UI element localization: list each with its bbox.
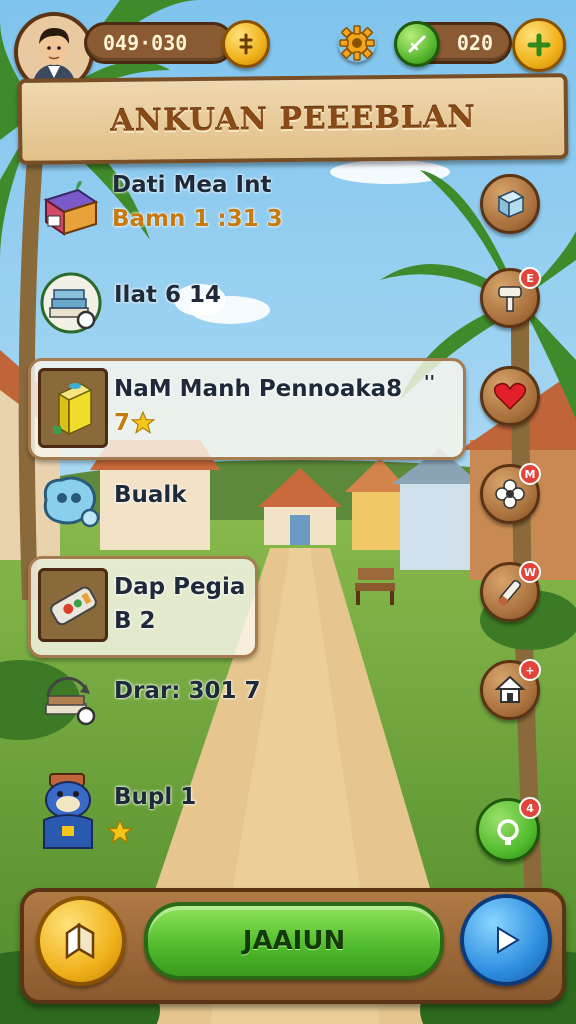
notification-badge: + [519, 659, 541, 681]
side-button-favorites[interactable] [480, 366, 540, 426]
side-button-craft[interactable]: E [480, 267, 541, 328]
quest-extra: '' [424, 372, 436, 393]
quest-icon-books [40, 272, 102, 334]
notification-badge: 4 [519, 797, 541, 819]
blob-icon [43, 476, 100, 528]
gift-box-icon [43, 180, 99, 236]
chest-icon [50, 586, 97, 626]
quest-title: Ilat 6 14 [114, 282, 221, 308]
quest-icon-blob [36, 470, 102, 532]
map-icon [65, 922, 95, 960]
coin-counter: 049·030 [84, 22, 234, 64]
leaf-gem-icon [408, 35, 426, 53]
gem-icon [394, 21, 440, 67]
side-button-tools[interactable]: W [480, 561, 541, 622]
drink-can-icon [53, 383, 93, 436]
next-button[interactable] [460, 894, 552, 986]
page-title: ANKUAN PEEEBLAN [110, 99, 476, 139]
settings-button[interactable] [338, 24, 376, 62]
quest-icon-gift [38, 176, 102, 238]
quest-subtitle: B 2 [114, 608, 156, 634]
game-scene: 049·030 020 ANKUAN PEEEBLAN Dati Mea Int… [0, 0, 576, 1024]
quest-title: Bupl 1 [114, 784, 197, 810]
books-icon [40, 272, 102, 334]
book-icon [45, 676, 96, 726]
quest-icon-chest [38, 568, 108, 642]
heart-icon [493, 382, 527, 411]
side-button-garden[interactable]: M [480, 463, 541, 524]
gear-icon [339, 25, 375, 61]
quest-title: NaM Manh Pennoaka8 [114, 376, 403, 402]
side-button-refresh[interactable]: 4 [476, 797, 541, 862]
coin-symbol-icon [239, 33, 253, 55]
title-banner: ANKUAN PEEEBLAN [17, 73, 569, 165]
quest-title: Drar: 301 7 [114, 678, 261, 704]
quest-icon-can [38, 368, 108, 448]
side-button-inventory[interactable] [480, 174, 540, 234]
gem-amount: 020 [456, 31, 493, 55]
star-icon [130, 410, 156, 435]
notification-badge: W [519, 561, 541, 583]
quest-icon-character [36, 770, 102, 854]
player-portrait-icon [18, 16, 90, 88]
map-button[interactable] [36, 896, 126, 986]
add-gems-button[interactable] [512, 18, 566, 72]
notification-badge: M [519, 463, 541, 485]
quest-title: Dap Pegia [114, 574, 246, 600]
quest-title: Dati Mea Int [112, 172, 272, 198]
side-button-home[interactable]: + [480, 659, 541, 720]
quest-subtitle: Bamn 1 :31 3 [112, 206, 283, 232]
coin-amount: 049·030 [103, 31, 188, 55]
star-icon [106, 818, 134, 844]
quest-icon-book [38, 670, 102, 732]
plus-icon [527, 33, 551, 57]
refresh-icon [497, 819, 519, 845]
play-button[interactable]: JAAIUN [144, 902, 444, 980]
coin-icon[interactable] [222, 20, 270, 68]
quest-subtitle: 7 [114, 410, 131, 436]
play-button-label: JAAIUN [242, 926, 346, 956]
play-icon [497, 926, 520, 954]
notification-badge: E [519, 267, 541, 289]
quest-title: Bualk [114, 482, 187, 508]
cube-icon [497, 190, 525, 219]
character-icon [43, 773, 93, 849]
